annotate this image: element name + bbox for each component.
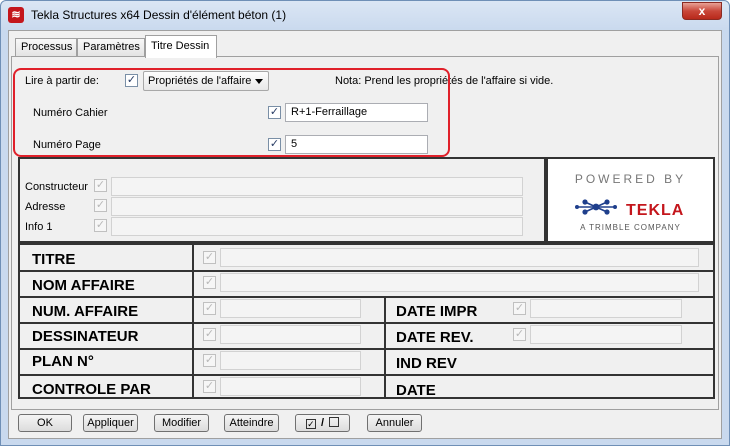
- controle-par-label: CONTROLE PAR: [32, 381, 151, 398]
- adresse-checkbox[interactable]: ✓: [94, 199, 107, 212]
- date-rev-label: DATE REV.: [396, 329, 474, 346]
- powered-by-tekla-logo: POWERED BY TEKLA A TRIMBLE COMPANY: [546, 157, 715, 243]
- date-impr-input[interactable]: [530, 299, 682, 318]
- dessinateur-label: DESSINATEUR: [32, 328, 139, 345]
- plan-no-checkbox[interactable]: ✓: [203, 354, 216, 367]
- ind-rev-label: IND REV: [396, 355, 457, 372]
- window-title: Tekla Structures x64 Dessin d'élément bé…: [31, 8, 287, 22]
- modify-button[interactable]: Modifier: [154, 414, 209, 432]
- titre-checkbox[interactable]: ✓: [203, 251, 216, 264]
- constructeur-label: Constructeur: [25, 181, 88, 193]
- tab-processus[interactable]: Processus: [15, 38, 77, 57]
- num-affaire-label: NUM. AFFAIRE: [32, 303, 139, 320]
- grid-divider: [20, 270, 713, 272]
- checked-box-icon: ✓: [305, 419, 316, 429]
- num-affaire-input[interactable]: [220, 299, 361, 318]
- info1-checkbox[interactable]: ✓: [94, 219, 107, 232]
- constructeur-checkbox[interactable]: ✓: [94, 179, 107, 192]
- title-block-grid: TITRE ✓ NOM AFFAIRE ✓ NUM. AFFAIRE ✓ DES…: [18, 243, 715, 399]
- date-label: DATE: [396, 382, 436, 399]
- adresse-input[interactable]: [111, 197, 523, 216]
- plan-no-label: PLAN N°: [32, 353, 94, 370]
- title-bar[interactable]: ≋ Tekla Structures x64 Dessin d'élément …: [1, 1, 729, 29]
- constructeur-input[interactable]: [111, 177, 523, 196]
- date-rev-checkbox[interactable]: ✓: [513, 328, 526, 341]
- powered-by-text: POWERED BY: [574, 172, 687, 186]
- toggle-separator: /: [320, 417, 325, 429]
- info1-label: Info 1: [25, 221, 53, 233]
- date-impr-label: DATE IMPR: [396, 303, 478, 320]
- date-impr-checkbox[interactable]: ✓: [513, 302, 526, 315]
- close-button[interactable]: x: [682, 2, 722, 20]
- nom-affaire-input[interactable]: [220, 273, 699, 292]
- grid-divider: [20, 322, 713, 324]
- adresse-label: Adresse: [25, 201, 66, 213]
- tab-parametres[interactable]: Paramètres: [77, 38, 145, 57]
- apply-button[interactable]: Appliquer: [83, 414, 138, 432]
- dialog-window: ≋ Tekla Structures x64 Dessin d'élément …: [0, 0, 730, 446]
- date-rev-input[interactable]: [530, 325, 682, 344]
- grid-divider: [20, 374, 713, 376]
- titre-input[interactable]: [220, 248, 699, 267]
- get-button[interactable]: Atteindre: [224, 414, 279, 432]
- controle-par-input[interactable]: [220, 377, 361, 396]
- tekla-app-icon: ≋: [8, 7, 24, 23]
- unchecked-box-icon: [329, 417, 340, 427]
- highlight-frame: [13, 68, 450, 157]
- plan-no-input[interactable]: [220, 351, 361, 370]
- info1-input[interactable]: [111, 217, 523, 236]
- titre-label: TITRE: [32, 251, 76, 268]
- tab-titre-dessin[interactable]: Titre Dessin: [145, 35, 217, 58]
- grid-divider: [20, 296, 713, 298]
- num-affaire-checkbox[interactable]: ✓: [203, 302, 216, 315]
- nom-affaire-label: NOM AFFAIRE: [32, 277, 135, 294]
- tekla-logo-icon: [575, 199, 617, 215]
- grid-divider: [20, 348, 713, 350]
- toggle-all-button[interactable]: ✓ /: [295, 414, 350, 432]
- tekla-brand-text: TEKLA: [626, 202, 685, 219]
- cancel-button[interactable]: Annuler: [367, 414, 422, 432]
- controle-par-checkbox[interactable]: ✓: [203, 380, 216, 393]
- ok-button[interactable]: OK: [18, 414, 72, 432]
- trimble-tagline: A TRIMBLE COMPANY: [580, 223, 681, 232]
- grid-divider: [384, 296, 386, 397]
- dessinateur-input[interactable]: [220, 325, 361, 344]
- dessinateur-checkbox[interactable]: ✓: [203, 328, 216, 341]
- nom-affaire-checkbox[interactable]: ✓: [203, 276, 216, 289]
